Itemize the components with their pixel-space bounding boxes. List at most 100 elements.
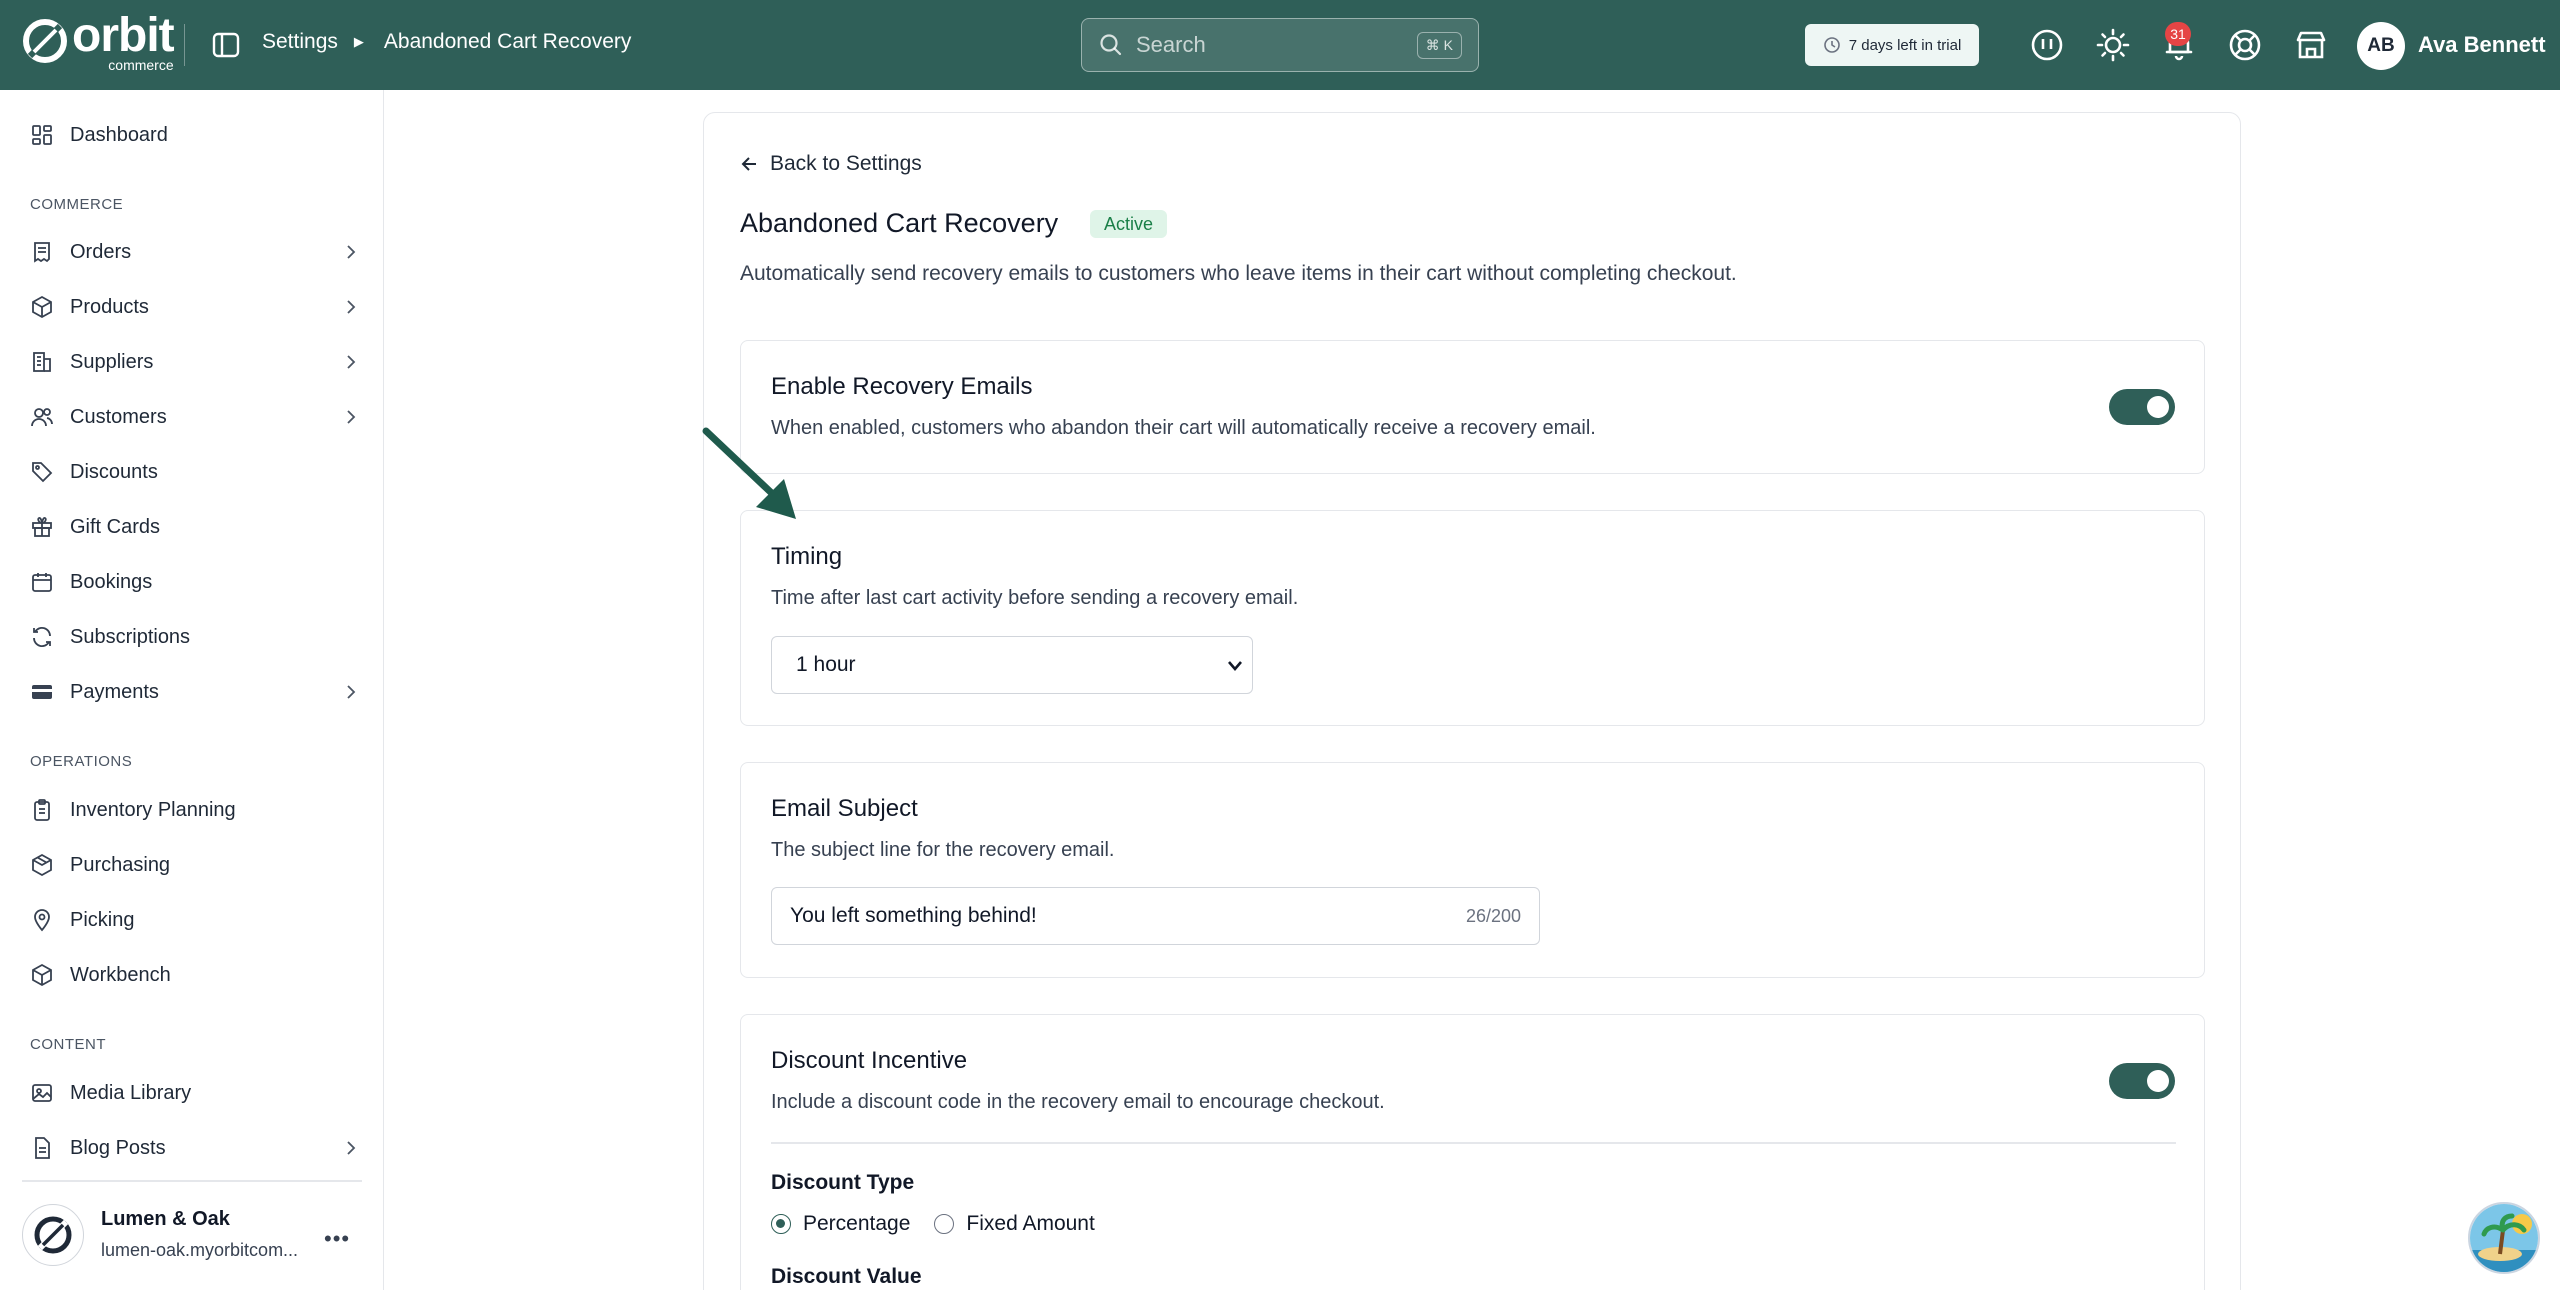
sidebar-item-media-library[interactable]: Media Library <box>30 1073 360 1113</box>
sidebar-item-label: Gift Cards <box>70 515 161 538</box>
section-description: Time after last cart activity before sen… <box>771 587 1299 609</box>
breadcrumb-settings[interactable]: Settings <box>262 30 338 54</box>
chevron-right-icon <box>347 355 356 369</box>
notification-count-badge: 31 <box>2165 22 2191 46</box>
store-name[interactable]: Lumen & Oak <box>101 1208 230 1231</box>
timing-section: Timing Time after last cart activity bef… <box>740 510 2205 726</box>
products-box-icon <box>30 295 54 319</box>
email-subject-input[interactable]: You left something behind! 26/200 <box>771 887 1540 945</box>
sidebar-item-products[interactable]: Products <box>30 287 360 327</box>
discount-type-label: Discount Type <box>771 1171 915 1194</box>
discount-incentive-toggle[interactable] <box>2109 1063 2175 1099</box>
sidebar-item-picking[interactable]: Picking <box>30 900 360 940</box>
percentage-radio-label[interactable]: Percentage <box>803 1212 910 1236</box>
sidebar-item-subscriptions[interactable]: Subscriptions <box>30 617 360 657</box>
sidebar-item-label: Payments <box>70 680 159 703</box>
sidebar-item-suppliers[interactable]: Suppliers <box>30 342 360 382</box>
tag-icon <box>30 460 54 484</box>
chevron-right-icon <box>347 300 356 314</box>
sidebar-item-label: Bookings <box>70 570 153 593</box>
page-description: Automatically send recovery emails to cu… <box>740 262 1737 285</box>
chevron-right-icon <box>347 245 356 259</box>
chevron-right-icon <box>347 410 356 424</box>
breadcrumb-current: Abandoned Cart Recovery <box>383 30 632 53</box>
sidebar-item-workbench[interactable]: Workbench <box>30 955 360 995</box>
section-title: Discount Incentive <box>771 1047 968 1074</box>
assistant-avatar[interactable] <box>2468 1202 2540 1274</box>
sidebar-item-label: Purchasing <box>70 853 171 876</box>
store-url: lumen-oak.myorbitcom... <box>101 1240 299 1260</box>
map-pin-icon <box>30 908 54 932</box>
sidebar-item-label: Dashboard <box>70 123 168 146</box>
gift-icon <box>30 515 54 539</box>
section-description: When enabled, customers who abandon thei… <box>771 417 1596 439</box>
sidebar-item-inventory-planning[interactable]: Inventory Planning <box>30 790 360 830</box>
section-label-content: CONTENT <box>30 1036 106 1053</box>
search-input[interactable]: Search ⌘ K <box>1081 18 1479 72</box>
sidebar-item-discounts[interactable]: Discounts <box>30 452 360 492</box>
trial-badge[interactable]: 7 days left in trial <box>1805 24 1979 66</box>
clock-icon <box>1823 37 1840 53</box>
character-counter: 26/200 <box>1465 905 1521 926</box>
sidebar-item-blog-posts[interactable]: Blog Posts <box>30 1128 360 1168</box>
fixed-amount-radio[interactable] <box>934 1214 955 1234</box>
sidebar-toggle-icon[interactable] <box>210 29 242 61</box>
chevron-down-icon <box>1228 661 1242 671</box>
section-title: Timing <box>771 543 843 570</box>
chevron-right-icon <box>347 1141 356 1155</box>
brand-logo[interactable]: orbit commerce <box>22 12 175 72</box>
sidebar-item-orders[interactable]: Orders <box>30 232 360 272</box>
email-subject-section: Email Subject The subject line for the r… <box>740 762 2205 978</box>
tropical-island-icon <box>2470 1204 2538 1272</box>
section-description: Include a discount code in the recovery … <box>771 1091 1385 1113</box>
section-title: Email Subject <box>771 795 918 822</box>
sidebar-item-label: Picking <box>70 908 135 931</box>
timing-select[interactable]: 1 hour <box>771 636 1253 694</box>
more-options-icon[interactable]: ••• <box>324 1226 350 1252</box>
storefront-icon[interactable] <box>2293 27 2329 63</box>
feedback-icon[interactable] <box>2029 27 2065 63</box>
sidebar-item-payments[interactable]: Payments <box>30 672 360 712</box>
sidebar-item-label: Subscriptions <box>70 625 191 648</box>
sidebar-item-dashboard[interactable]: Dashboard <box>30 115 360 155</box>
section-description: The subject line for the recovery email. <box>771 839 1115 861</box>
search-placeholder: Search <box>1136 32 1206 57</box>
store-logo[interactable] <box>22 1204 84 1266</box>
discount-value-label: Discount Value <box>771 1265 922 1288</box>
arrow-left-icon <box>741 157 756 171</box>
fixed-amount-radio-label[interactable]: Fixed Amount <box>966 1212 1094 1236</box>
section-label-operations: OPERATIONS <box>30 753 133 770</box>
back-to-settings-link[interactable]: Back to Settings <box>740 152 922 176</box>
user-name[interactable]: Ava Bennett <box>2418 32 2546 58</box>
sidebar-item-bookings[interactable]: Bookings <box>30 562 360 602</box>
sidebar-item-label: Products <box>70 295 149 318</box>
sidebar-item-label: Discounts <box>70 460 158 483</box>
document-icon <box>30 1136 54 1160</box>
dashboard-icon <box>30 123 54 147</box>
back-label: Back to Settings <box>770 152 922 175</box>
section-label-commerce: COMMERCE <box>30 196 124 213</box>
enable-recovery-toggle[interactable] <box>2109 389 2175 425</box>
sidebar-item-purchasing[interactable]: Purchasing <box>30 845 360 885</box>
section-divider <box>771 1142 2176 1144</box>
search-icon <box>1100 34 1122 56</box>
sidebar-item-label: Blog Posts <box>70 1136 166 1159</box>
trial-label: 7 days left in trial <box>1848 36 1962 54</box>
sidebar-item-label: Inventory Planning <box>70 798 236 821</box>
sidebar-item-label: Suppliers <box>70 350 154 373</box>
credit-card-icon <box>30 680 54 704</box>
email-subject-value: You left something behind! <box>790 904 1037 927</box>
discount-incentive-section: Discount Incentive Include a discount co… <box>740 1014 2205 1290</box>
sidebar-item-gift-cards[interactable]: Gift Cards <box>30 507 360 547</box>
percentage-radio[interactable] <box>771 1214 791 1234</box>
topbar-divider <box>184 24 185 66</box>
clipboard-icon <box>30 798 54 822</box>
image-icon <box>30 1081 54 1105</box>
sidebar-item-label: Customers <box>70 405 167 428</box>
sidebar-item-customers[interactable]: Customers <box>30 397 360 437</box>
user-avatar[interactable]: AB <box>2357 22 2405 70</box>
calendar-icon <box>30 570 54 594</box>
theme-sun-icon[interactable] <box>2095 27 2131 63</box>
help-lifebuoy-icon[interactable] <box>2227 27 2263 63</box>
status-badge: Active <box>1090 210 1168 238</box>
